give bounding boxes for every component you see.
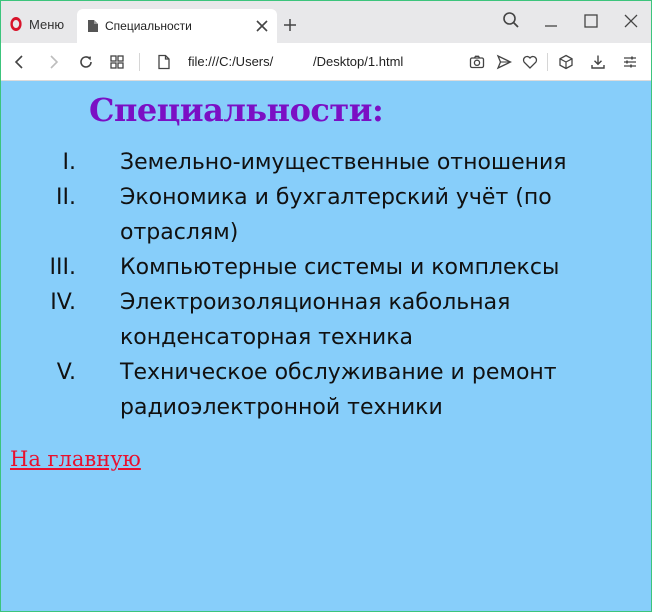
menu-label: Меню bbox=[29, 16, 65, 32]
download-icon[interactable] bbox=[590, 54, 606, 70]
speed-dial-grid-icon[interactable] bbox=[109, 54, 125, 70]
list-item-number: IV. bbox=[50, 290, 76, 315]
list-item-text: Земельно-имущественные отношения bbox=[120, 150, 567, 175]
list-item-number: I. bbox=[62, 150, 76, 175]
easy-setup-sliders-icon[interactable] bbox=[622, 54, 638, 70]
toolbar-separator bbox=[547, 53, 548, 71]
list-item-number: II. bbox=[56, 185, 76, 210]
minimize-icon[interactable] bbox=[542, 12, 560, 30]
list-item-number: III. bbox=[49, 255, 76, 280]
list-item-number: V. bbox=[56, 360, 76, 385]
list-item: I. Земельно-имущественные отношения bbox=[63, 145, 640, 180]
list-item: III. Компьютерные системы и комплексы bbox=[50, 250, 640, 285]
tab-strip: Меню Специальности bbox=[1, 1, 651, 43]
heart-icon[interactable] bbox=[522, 54, 538, 70]
list-item: V. Техническое обслуживание и ремонт рад… bbox=[57, 355, 640, 425]
list-item: II. Экономика и бухгалтерский учёт (по о… bbox=[56, 180, 640, 250]
list-item-text: Электроизоляционная кабольная конденсато… bbox=[120, 290, 511, 350]
page-heading: Специальности: bbox=[89, 91, 384, 129]
cube-extensions-icon[interactable] bbox=[558, 54, 574, 70]
page-file-icon[interactable] bbox=[156, 54, 172, 70]
specialties-list: I. Земельно-имущественные отношения II. … bbox=[50, 145, 640, 425]
opera-logo-icon bbox=[10, 17, 22, 31]
send-share-icon[interactable] bbox=[496, 54, 512, 70]
home-link[interactable]: На главную bbox=[10, 447, 141, 471]
address-toolbar: file:///C:/Users/ /Desktop/1.html bbox=[1, 43, 651, 81]
forward-arrow-icon[interactable] bbox=[45, 54, 61, 70]
camera-snapshot-icon[interactable] bbox=[469, 54, 485, 70]
list-item-text: Компьютерные системы и комплексы bbox=[120, 255, 560, 280]
toolbar-separator bbox=[139, 53, 140, 71]
opera-menu-button[interactable]: Меню bbox=[9, 13, 64, 35]
tab-specialties[interactable]: Специальности bbox=[77, 9, 277, 43]
close-tab-icon[interactable] bbox=[255, 19, 269, 33]
page-content: Специальности: I. Земельно-имущественные… bbox=[1, 81, 651, 611]
address-url[interactable]: file:///C:/Users/ /Desktop/1.html bbox=[188, 54, 403, 69]
new-tab-plus-icon[interactable] bbox=[283, 18, 297, 32]
document-icon bbox=[88, 20, 98, 32]
list-item: IV. Электроизоляционная кабольная конден… bbox=[50, 285, 640, 355]
search-icon[interactable] bbox=[502, 11, 520, 29]
close-window-icon[interactable] bbox=[622, 12, 640, 30]
list-item-text: Экономика и бухгалтерский учёт (по отрас… bbox=[120, 185, 552, 245]
reload-icon[interactable] bbox=[78, 54, 94, 70]
maximize-icon[interactable] bbox=[582, 12, 600, 30]
tab-title: Специальности bbox=[105, 19, 192, 33]
back-arrow-icon[interactable] bbox=[12, 54, 28, 70]
browser-window: Меню Специальности file:///C:/Users/ /De… bbox=[0, 0, 652, 612]
list-item-text: Техническое обслуживание и ремонт радиоэ… bbox=[120, 360, 557, 420]
